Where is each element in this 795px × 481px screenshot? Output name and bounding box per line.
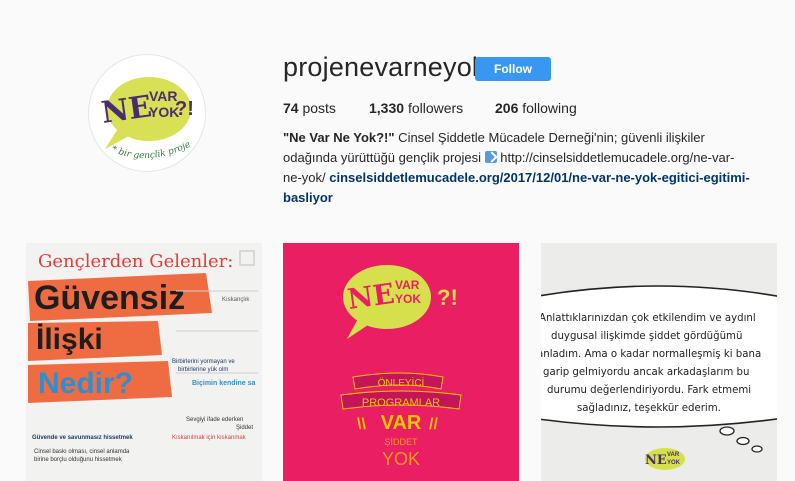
post3-logo-yok: YOK [667,460,681,466]
post1-note-10: Kıskanılmak için kıskanmak [172,435,247,441]
post2-right-marks: // [429,416,438,433]
post1-note-6: Cinsel baskı olması, cinsel anlamda [34,449,130,455]
post3-quote-line-4: garip gelmiyordu ancak arkadaşlarım bu [543,367,749,378]
post1-note-5: Güvende ve savunmasız hissetmek [32,435,133,441]
avatar-logo-var: VAR [149,88,178,104]
following-label: following [522,100,577,116]
followers-count: 1,330 [369,100,405,116]
username: projenevarneyok [283,52,486,82]
posts-label: posts [302,100,336,116]
post1-note-4: Biçimin kendine sa [192,380,256,387]
posts-count: 74 [283,100,299,116]
post1-note-7: birine borçlu olduğunu hissetmek [34,457,123,463]
post2-line-2: PROGRAMLAR [362,397,440,409]
post1-headline-1: Güvensiz [34,279,185,317]
avatar-logo-ne: NE [99,89,154,131]
post3-quote-line-6: sağladınız, teşekkür ederim. [577,402,721,414]
post3-thought-dot-3 [751,445,763,453]
follow-button[interactable]: Follow [475,57,551,81]
post1-note-8: Şiddet [236,425,253,431]
post2-logo-ne: NE [345,277,396,316]
post2-line-3: VAR [381,412,422,434]
post1-note-1: Kıskançlık [222,297,250,303]
post3-quote-line-3: anladım. Ama o kadar normalleşmiş ki ban… [541,349,761,360]
post1-headline-2: İlişki [36,323,103,356]
following-stat[interactable]: 206 following [495,100,577,116]
post2-line-4: ŞİDDET [384,437,418,447]
post1-note-9: Sevgiyi ifade ederken [186,417,243,423]
profile-bio: "Ne Var Ne Yok?!" Cinsel Şiddetle Mücade… [283,128,753,208]
posts-stat: 74 posts [283,100,336,116]
post-thumbnail-1[interactable]: Gençlerden Gelenler: Güvensiz İlişki Ned… [26,243,262,481]
followers-label: followers [407,100,464,116]
following-count: 206 [495,100,519,116]
post1-headline-3: Nedir? [38,367,133,400]
bio-link[interactable]: cinselsiddetlemucadele.org/2017/12/01/ne… [283,170,750,205]
post3-logo-var: VAR [667,452,680,458]
post3-quote-line-2: duygusal ilişkimde şiddet gördüğümü [551,330,742,342]
post3-quote-line-1: Anlattıklarınızdan çok etkilendim ve ayd… [541,313,756,324]
post3-thought-dot-1 [719,426,735,436]
post1-title: Gençlerden Gelenler: [38,251,233,272]
post2-logo-yok: YOK [395,292,421,306]
post3-logo-ne: NE [645,453,667,468]
post-thumbnail-3[interactable]: Anlattıklarınızdan çok etkilendim ve ayd… [541,243,777,481]
post1-note-3: birbirlerine yük olm [178,367,228,373]
bio-name: "Ne Var Ne Yok?!" [283,130,395,145]
avatar-logo-punct: ?! [175,98,194,120]
post3-thought-dot-2 [736,436,750,446]
post3-quote-line-5: durumu değerlendiriyordu. Fark etmemi [547,384,751,396]
post2-logo-var: VAR [395,278,420,292]
post2-left-marks: \\ [357,416,366,433]
followers-stat[interactable]: 1,330 followers [369,100,463,116]
post1-note-2: Birbirlerini yormayan ve [172,359,235,365]
check-mark-button-icon [484,151,497,163]
post-thumbnail-2[interactable]: NE VAR YOK ?! ÖNLEYİCİ PROGRAMLAR \\ VAR… [283,243,519,481]
avatar[interactable]: NE VAR YOK ?! * bir gençlik projesi [88,54,206,172]
post2-line-5: YOK [382,449,420,469]
post2-line-1: ÖNLEYİCİ [378,376,425,389]
post2-logo-punct: ?! [437,285,458,310]
